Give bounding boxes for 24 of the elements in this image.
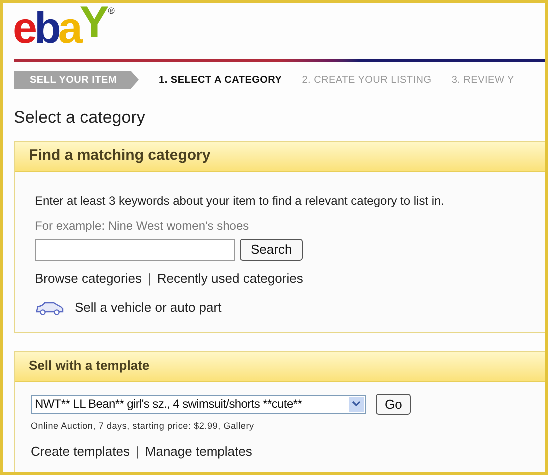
text-link[interactable]: Create templates <box>31 442 130 462</box>
keyword-field[interactable] <box>35 238 235 260</box>
template-details: Online Auction, 7 days, starting price: $2.99, Gallery <box>31 420 256 433</box>
car-icon <box>35 300 65 316</box>
step-label: 2. CREATE YOUR LISTING <box>302 74 432 88</box>
panel-title: Find a matching category <box>29 146 211 166</box>
page-title: Select a category <box>14 107 146 129</box>
text-link[interactable]: Manage templates <box>145 442 252 462</box>
template-dropdown[interactable]: NWT** LL Bean** girl's sz., 4 swimsuit/shorts **cute** <box>31 394 366 414</box>
example-text: For example: Nine West women's shoes <box>35 218 250 234</box>
text-link[interactable]: Browse categories <box>35 268 142 288</box>
ebay-logo: ebaY® <box>13 5 115 53</box>
instruction-text: Enter at least 3 keywords about your item to find a relevant category to list in. <box>35 192 446 210</box>
text-link[interactable]: Recently used categories <box>157 268 304 288</box>
search-button[interactable]: Search <box>240 238 304 260</box>
vehicle-link[interactable]: Sell a vehicle or auto part <box>75 298 222 318</box>
go-button[interactable]: Go <box>376 394 412 414</box>
link-separator: | <box>136 443 140 461</box>
link-separator: | <box>148 270 152 288</box>
step-label: 1. SELECT A CATEGORY <box>159 74 282 88</box>
chevron-down-icon <box>349 396 364 412</box>
panel-title: Sell with a template <box>29 357 150 376</box>
step-label: 3. REVIEW Y <box>452 74 514 88</box>
sell-your-item-banner: SELL YOUR ITEM <box>14 71 140 89</box>
